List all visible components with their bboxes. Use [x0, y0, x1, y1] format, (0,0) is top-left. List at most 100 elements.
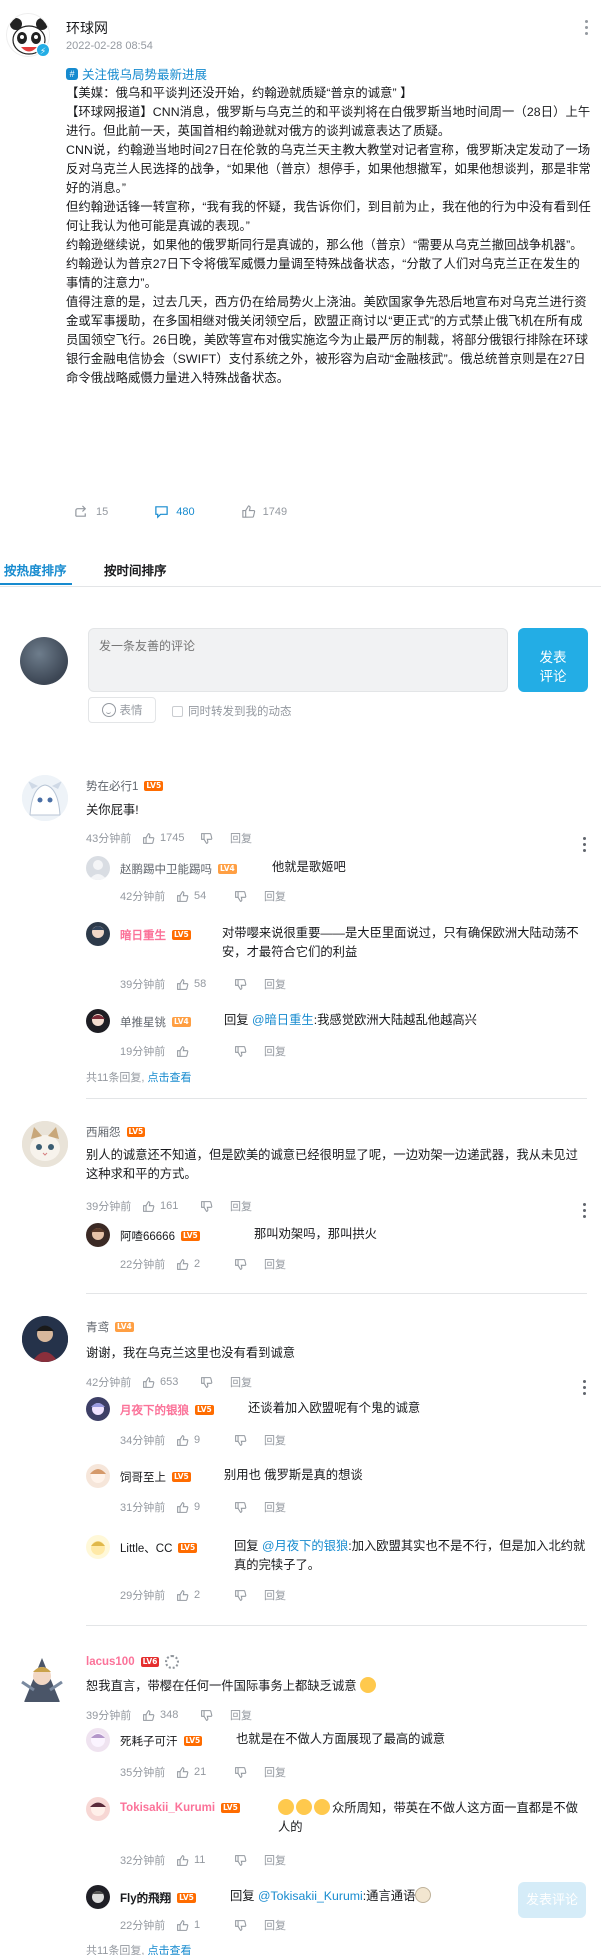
reply-username[interactable]: 暗日重生 LV5 — [120, 927, 191, 943]
username-text[interactable]: 死耗子可汗 — [120, 1733, 178, 1749]
comment-more-icon[interactable] — [582, 1380, 586, 1395]
reply-like-button[interactable]: 1 — [176, 1919, 234, 1932]
reply-button[interactable]: 回复 — [264, 976, 286, 992]
username-text[interactable]: 赵鹏踢中卫能踢吗 — [120, 861, 212, 877]
reply-username[interactable]: Tokisakii_Kurumi LV5 — [120, 1802, 240, 1814]
username-text[interactable]: 单推星铫 — [120, 1014, 166, 1030]
reply-like-button[interactable]: 9 — [176, 1501, 234, 1514]
reply-dislike-button[interactable] — [234, 1919, 264, 1932]
username-text[interactable]: 青鸢 — [86, 1319, 109, 1335]
comment-avatar[interactable] — [22, 1316, 68, 1362]
reply-avatar[interactable] — [86, 1397, 110, 1421]
reply-avatar[interactable] — [86, 1728, 110, 1752]
username-text[interactable]: Fly的飛翔 — [120, 1890, 171, 1906]
reply-button[interactable]: 回复 — [264, 1764, 286, 1780]
comment-more-icon[interactable] — [582, 1203, 586, 1218]
reply-username[interactable]: 赵鹏踢中卫能踢吗 LV4 — [120, 861, 237, 877]
comment-input[interactable] — [88, 628, 508, 692]
comment-username[interactable]: 西厢怨 LV5 — [86, 1124, 146, 1140]
reply-username[interactable]: Little、CC LV5 — [120, 1540, 198, 1556]
reply-username[interactable]: 月夜下的银狼 LV5 — [120, 1402, 214, 1418]
reply-like-button[interactable]: 2 — [176, 1589, 234, 1602]
reply-button[interactable]: 回复 — [264, 1499, 286, 1515]
reply-dislike-button[interactable] — [234, 1045, 264, 1058]
reply-username[interactable]: 饲哥至上 LV5 — [120, 1469, 191, 1485]
comment-like-button[interactable]: 161 — [142, 1200, 200, 1213]
username-text[interactable]: lacus100 — [86, 1656, 135, 1668]
reply-avatar[interactable] — [86, 1009, 110, 1033]
reply-username[interactable]: 单推星铫 LV4 — [120, 1014, 191, 1030]
reply-username[interactable]: Fly的飛翔 LV5 — [120, 1890, 196, 1906]
reply-button[interactable]: 回复 — [230, 1374, 252, 1390]
reply-dislike-button[interactable] — [234, 1434, 264, 1447]
reply-avatar[interactable] — [86, 1223, 110, 1247]
reply-button[interactable]: 回复 — [264, 1852, 286, 1868]
reply-dislike-button[interactable] — [234, 1589, 264, 1602]
submit-comment-button[interactable]: 发表 评论 — [518, 628, 588, 692]
reply-dislike-button[interactable] — [234, 1501, 264, 1514]
username-text[interactable]: Little、CC — [120, 1540, 172, 1556]
reply-username[interactable]: 阿喳66666 LV5 — [120, 1228, 200, 1244]
reply-avatar[interactable] — [86, 856, 110, 880]
username-text[interactable]: 月夜下的银狼 — [120, 1402, 189, 1418]
reply-button[interactable]: 回复 — [264, 1256, 286, 1272]
tab-hot[interactable]: 按热度排序 — [4, 560, 67, 579]
reply-like-button[interactable]: 21 — [176, 1766, 234, 1779]
reply-like-button[interactable]: 58 — [176, 978, 234, 991]
reply-avatar[interactable] — [86, 1885, 110, 1909]
username-text[interactable]: 阿喳66666 — [120, 1228, 175, 1244]
like-button[interactable]: 1749 — [241, 504, 287, 519]
reply-button[interactable]: 回复 — [264, 1917, 286, 1933]
comment-username[interactable]: 势在必行1 LV5 — [86, 778, 164, 794]
comment-more-icon[interactable] — [582, 837, 586, 852]
forward-button[interactable]: 15 — [74, 504, 108, 519]
topic-link[interactable]: # 关注俄乌局势最新进展 — [66, 64, 207, 83]
comment-button[interactable]: 480 — [154, 504, 195, 519]
reply-avatar[interactable] — [86, 922, 110, 946]
username-text[interactable]: Tokisakii_Kurumi — [120, 1802, 215, 1814]
comment-avatar[interactable] — [14, 1652, 70, 1708]
reply-like-button[interactable]: 11 — [176, 1854, 234, 1867]
mention-link[interactable]: @暗日重生 — [252, 1013, 314, 1027]
reply-avatar[interactable] — [86, 1535, 110, 1559]
comment-dislike-button[interactable] — [200, 1709, 230, 1722]
reply-dislike-button[interactable] — [234, 890, 264, 903]
username-text[interactable]: 势在必行1 — [86, 778, 138, 794]
tab-time[interactable]: 按时间排序 — [104, 560, 167, 579]
comment-dislike-button[interactable] — [200, 1376, 230, 1389]
comment-username[interactable]: lacus100 LV6 — [86, 1655, 180, 1669]
reply-button[interactable]: 回复 — [230, 1198, 252, 1214]
comment-avatar[interactable] — [22, 1121, 68, 1167]
reply-like-button[interactable]: 9 — [176, 1434, 234, 1447]
view-more-link[interactable]: 点击查看 — [148, 1945, 192, 1955]
reply-dislike-button[interactable] — [234, 1258, 264, 1271]
mention-link[interactable]: @月夜下的银狼 — [262, 1539, 348, 1553]
reply-button[interactable]: 回复 — [230, 830, 252, 846]
reply-dislike-button[interactable] — [234, 978, 264, 991]
comment-like-button[interactable]: 1745 — [142, 832, 200, 845]
reply-dislike-button[interactable] — [234, 1766, 264, 1779]
reply-dislike-button[interactable] — [234, 1854, 264, 1867]
comment-dislike-button[interactable] — [200, 832, 230, 845]
comment-like-button[interactable]: 653 — [142, 1376, 200, 1389]
reply-button[interactable]: 回复 — [264, 1587, 286, 1603]
username-text[interactable]: 饲哥至上 — [120, 1469, 166, 1485]
view-more-link[interactable]: 点击查看 — [148, 1072, 192, 1084]
comment-dislike-button[interactable] — [200, 1200, 230, 1213]
reply-button[interactable]: 回复 — [264, 1432, 286, 1448]
reply-button[interactable]: 回复 — [264, 1043, 286, 1059]
emoji-button[interactable]: 表情 — [88, 697, 156, 723]
reply-username[interactable]: 死耗子可汗 LV5 — [120, 1733, 203, 1749]
username-text[interactable]: 西厢怨 — [86, 1124, 121, 1140]
username-text[interactable]: 暗日重生 — [120, 927, 166, 943]
forward-checkbox[interactable]: 同时转发到我的动态 — [172, 703, 292, 719]
reply-avatar[interactable] — [86, 1797, 110, 1821]
reply-like-button[interactable] — [176, 1045, 234, 1058]
mention-link[interactable]: @Tokisakii_Kurumi — [258, 1889, 363, 1903]
floating-comment-button[interactable]: 发表评论 — [518, 1882, 586, 1918]
checkbox-icon[interactable] — [172, 705, 183, 717]
comment-like-button[interactable]: 348 — [142, 1709, 200, 1722]
comment-username[interactable]: 青鸢 LV4 — [86, 1319, 134, 1335]
reply-like-button[interactable]: 54 — [176, 890, 234, 903]
post-author[interactable]: 环球网 — [66, 18, 108, 38]
